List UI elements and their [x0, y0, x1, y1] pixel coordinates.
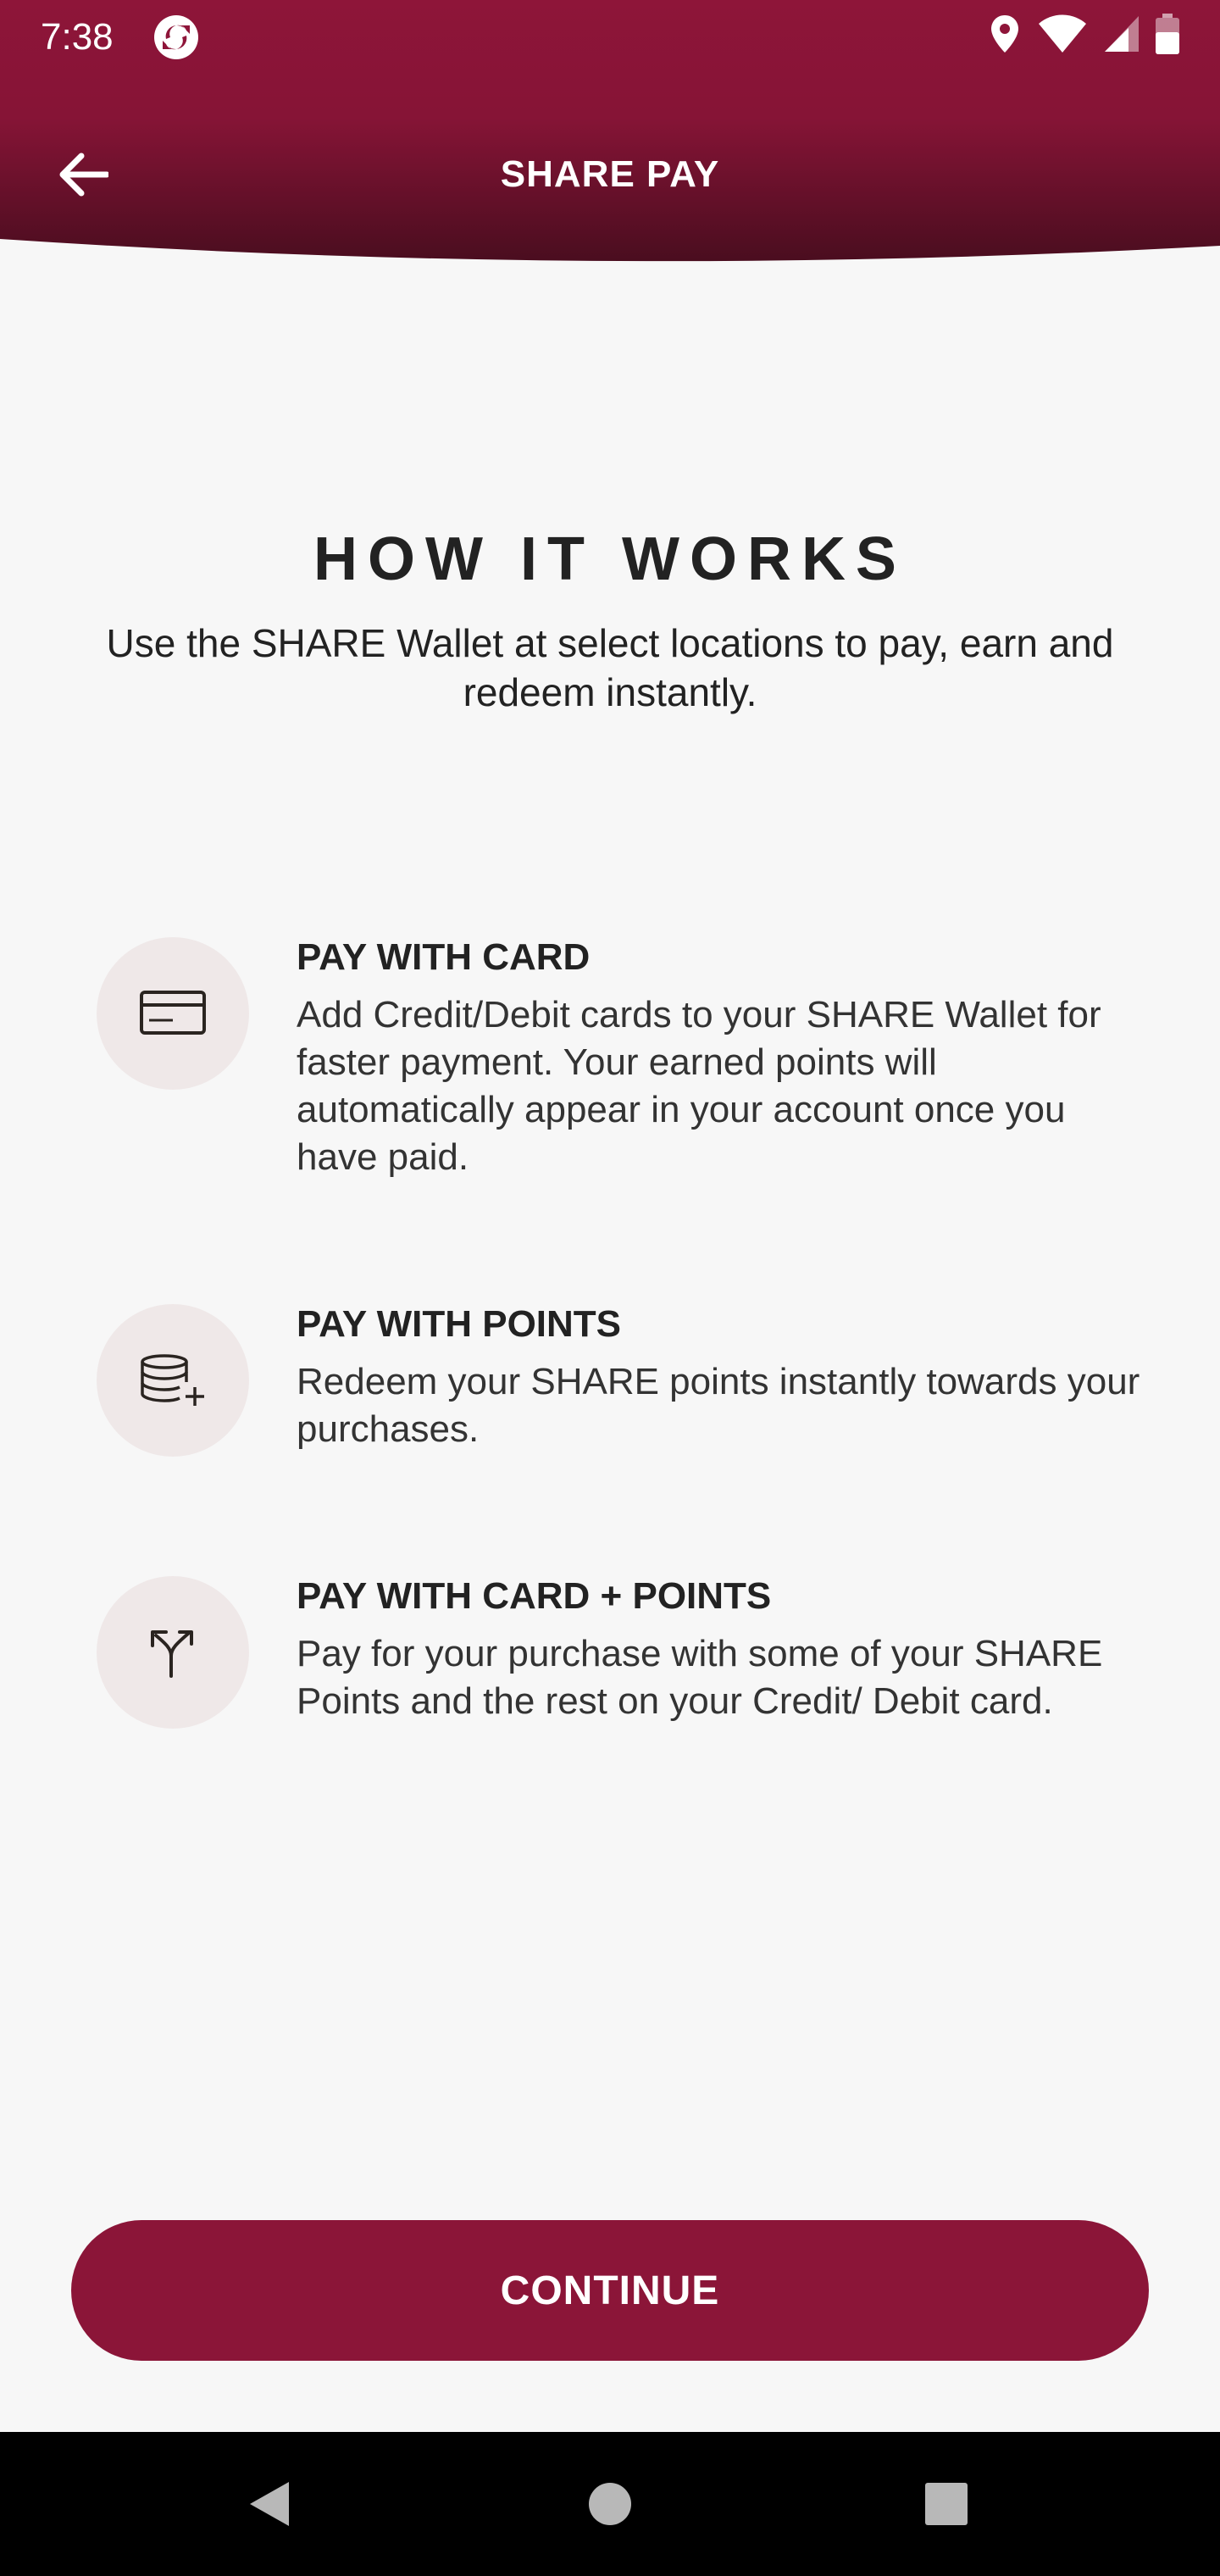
feature-title: PAY WITH CARD + POINTS: [297, 1575, 772, 1617]
system-nav-bar: [0, 2432, 1220, 2576]
nav-recents-button[interactable]: [908, 2466, 984, 2542]
coins-plus-icon: [141, 1354, 204, 1406]
app-sync-icon: [152, 14, 200, 65]
page-title: SHARE PAY: [500, 153, 720, 195]
how-it-works-section: HOW IT WORKS Use the SHARE Wallet at sel…: [0, 517, 1220, 717]
home-circle-icon: [589, 2483, 631, 2525]
feature-icon-circle: [97, 1304, 249, 1457]
feature-text: PAY WITH POINTS Redeem your SHARE points…: [297, 1299, 1144, 1453]
feature-title: PAY WITH POINTS: [297, 1303, 622, 1345]
continue-button[interactable]: CONTINUE: [71, 2220, 1149, 2361]
status-time: 7:38: [41, 16, 114, 58]
feature-description: Add Credit/Debit cards to your SHARE Wal…: [297, 994, 1101, 1178]
feature-icon-circle: [97, 937, 249, 1090]
status-icons: [988, 14, 1179, 54]
split-arrow-icon: [151, 1630, 193, 1678]
recents-square-icon: [925, 2483, 968, 2525]
nav-back-button[interactable]: [232, 2466, 308, 2542]
signal-icon: [1105, 16, 1139, 52]
section-description: Use the SHARE Wallet at select locations…: [106, 621, 1114, 714]
feature-title: PAY WITH CARD: [297, 936, 591, 978]
feature-description: Redeem your SHARE points instantly towar…: [297, 1361, 1140, 1450]
back-triangle-icon: [250, 2482, 289, 2526]
credit-card-icon: [140, 991, 206, 1035]
status-bar: 7:38: [0, 0, 1220, 75]
battery-icon: [1156, 14, 1179, 54]
location-icon: [991, 15, 1018, 53]
feature-icon-circle: [97, 1576, 249, 1729]
feature-text: PAY WITH CARD Add Credit/Debit cards to …: [297, 932, 1144, 1181]
nav-home-button[interactable]: [572, 2466, 648, 2542]
wifi-icon: [1039, 14, 1086, 53]
app-header: 7:38 SHARE PAY: [0, 0, 1220, 280]
feature-text: PAY WITH CARD + POINTS Pay for your purc…: [297, 1571, 1144, 1725]
feature-description: Pay for your purchase with some of your …: [297, 1633, 1103, 1722]
section-title: HOW IT WORKS: [313, 525, 907, 593]
